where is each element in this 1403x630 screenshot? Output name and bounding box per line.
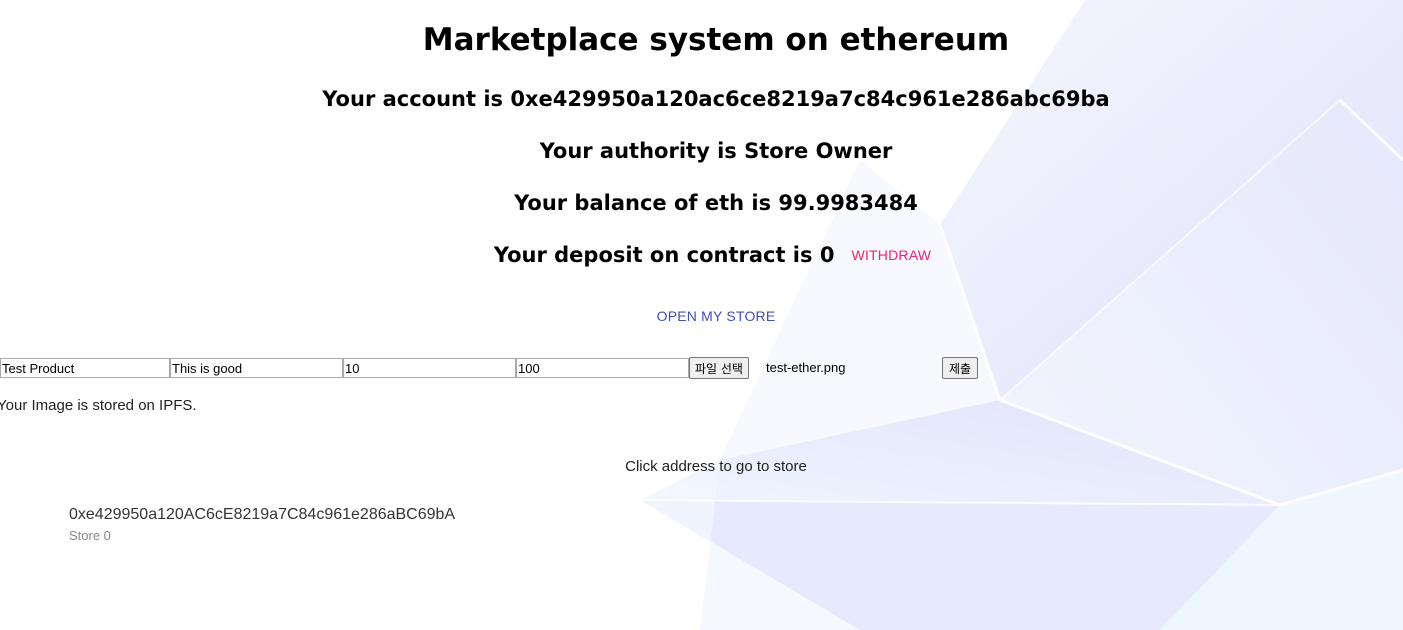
- store-address-link[interactable]: 0xe429950a120AC6cE8219a7C84c961e286aBC69…: [69, 506, 455, 524]
- account-info: Your account is 0xe429950a120ac6ce8219a7…: [322, 87, 1110, 111]
- authority-info: Your authority is Store Owner: [539, 139, 893, 163]
- ipfs-status-message: Your Image is stored on IPFS.: [0, 397, 197, 414]
- withdraw-button[interactable]: WITHDRAW: [852, 247, 932, 263]
- store-list-hint: Click address to go to store: [625, 458, 807, 475]
- store-label: Store 0: [69, 528, 111, 543]
- product-quantity-input[interactable]: [516, 358, 689, 378]
- product-price-input[interactable]: [343, 358, 516, 378]
- page: Marketplace system on ethereum Your acco…: [0, 0, 1403, 630]
- add-product-form: 파일 선택 test-ether.png 제출: [0, 357, 1000, 379]
- open-my-store-button[interactable]: OPEN MY STORE: [0, 308, 1403, 324]
- choose-file-button[interactable]: 파일 선택: [689, 357, 749, 379]
- submit-button[interactable]: 제출: [942, 357, 979, 379]
- product-name-input[interactable]: [0, 358, 170, 378]
- deposit-info: Your deposit on contract is 0: [493, 243, 835, 267]
- product-description-input[interactable]: [170, 358, 343, 378]
- selected-file-name: test-ether.png: [766, 360, 846, 375]
- store-list-item[interactable]: 0xe429950a120AC6cE8219a7C84c961e286aBC69…: [69, 506, 455, 543]
- deposit-row: Your deposit on contract is 0 WITHDRAW: [0, 243, 1403, 267]
- balance-info: Your balance of eth is 99.9983484: [514, 191, 918, 215]
- page-title: Marketplace system on ethereum: [422, 22, 1010, 58]
